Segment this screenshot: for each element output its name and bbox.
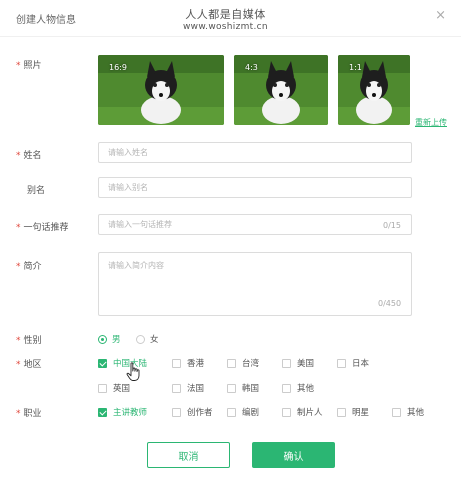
checkbox <box>282 383 291 393</box>
checkbox <box>98 383 107 393</box>
checkbox <box>227 358 236 368</box>
photo-label: * 照片 <box>16 61 42 71</box>
name-label: * 姓名 <box>16 151 42 161</box>
alias-input[interactable] <box>98 177 412 198</box>
checkbox <box>172 383 181 393</box>
region-option-other[interactable]: 其他 <box>282 382 314 394</box>
dialog-title: 创建人物信息 <box>16 15 76 26</box>
region-option-uk[interactable]: 英国 <box>98 382 130 394</box>
occupation-option-screenwriter[interactable]: 编剧 <box>227 406 259 418</box>
occupation-option-lecturer[interactable]: 主讲教师 <box>98 406 147 418</box>
name-input[interactable] <box>98 142 412 163</box>
required-mark: * <box>16 61 21 71</box>
alias-label: 别名 <box>27 186 46 196</box>
checkbox-checked <box>98 358 107 368</box>
region-option-france[interactable]: 法国 <box>172 382 204 394</box>
photo-ratio: 1:1 <box>349 63 362 72</box>
photo-ratio: 16:9 <box>109 63 127 72</box>
photo-1-1[interactable]: 1:1 <box>338 55 410 125</box>
region-label: * 地区 <box>16 360 42 370</box>
watermark: 人人都是自媒体 www.woshizmt.cn <box>183 8 268 34</box>
radio-checked <box>98 334 107 344</box>
radio-unchecked <box>136 334 145 344</box>
region-option-taiwan[interactable]: 台湾 <box>227 357 259 369</box>
photo-ratio: 4:3 <box>245 63 258 72</box>
hand-pointer-icon <box>126 362 140 381</box>
region-option-usa[interactable]: 美国 <box>282 357 314 369</box>
checkbox <box>227 407 236 417</box>
occupation-label: * 职业 <box>16 409 42 419</box>
checkbox-checked <box>98 407 107 417</box>
tagline-label: * 一句话推荐 <box>16 223 69 233</box>
checkbox <box>337 358 346 368</box>
checkbox <box>337 407 346 417</box>
photo-16-9[interactable]: 16:9 <box>98 55 224 125</box>
checkbox <box>227 383 236 393</box>
cancel-button[interactable]: 取消 <box>147 442 230 468</box>
checkbox <box>392 407 401 417</box>
photo-4-3[interactable]: 4:3 <box>234 55 328 125</box>
intro-label: * 简介 <box>16 262 42 272</box>
watermark-line2: www.woshizmt.cn <box>183 22 268 32</box>
watermark-line1: 人人都是自媒体 <box>185 8 266 21</box>
occupation-option-creator[interactable]: 创作者 <box>172 406 213 418</box>
close-icon[interactable]: × <box>435 8 446 23</box>
checkbox <box>172 407 181 417</box>
checkbox <box>282 407 291 417</box>
gender-option-female[interactable]: 女 <box>136 333 159 345</box>
occupation-option-producer[interactable]: 制片人 <box>282 406 323 418</box>
checkbox <box>282 358 291 368</box>
region-option-japan[interactable]: 日本 <box>337 357 369 369</box>
intro-counter: 0/450 <box>378 299 402 308</box>
occupation-option-other[interactable]: 其他 <box>392 406 424 418</box>
tagline-input[interactable] <box>98 214 412 235</box>
tagline-counter: 0/15 <box>383 221 401 230</box>
confirm-button[interactable]: 确认 <box>252 442 335 468</box>
header-divider <box>0 36 461 37</box>
gender-option-male[interactable]: 男 <box>98 333 121 345</box>
intro-textarea[interactable] <box>98 252 412 316</box>
checkbox <box>172 358 181 368</box>
region-option-hongkong[interactable]: 香港 <box>172 357 204 369</box>
reupload-link[interactable]: 重新上传 <box>415 117 447 128</box>
gender-label: * 性别 <box>16 336 42 346</box>
occupation-option-star[interactable]: 明星 <box>337 406 369 418</box>
region-option-korea[interactable]: 韩国 <box>227 382 259 394</box>
